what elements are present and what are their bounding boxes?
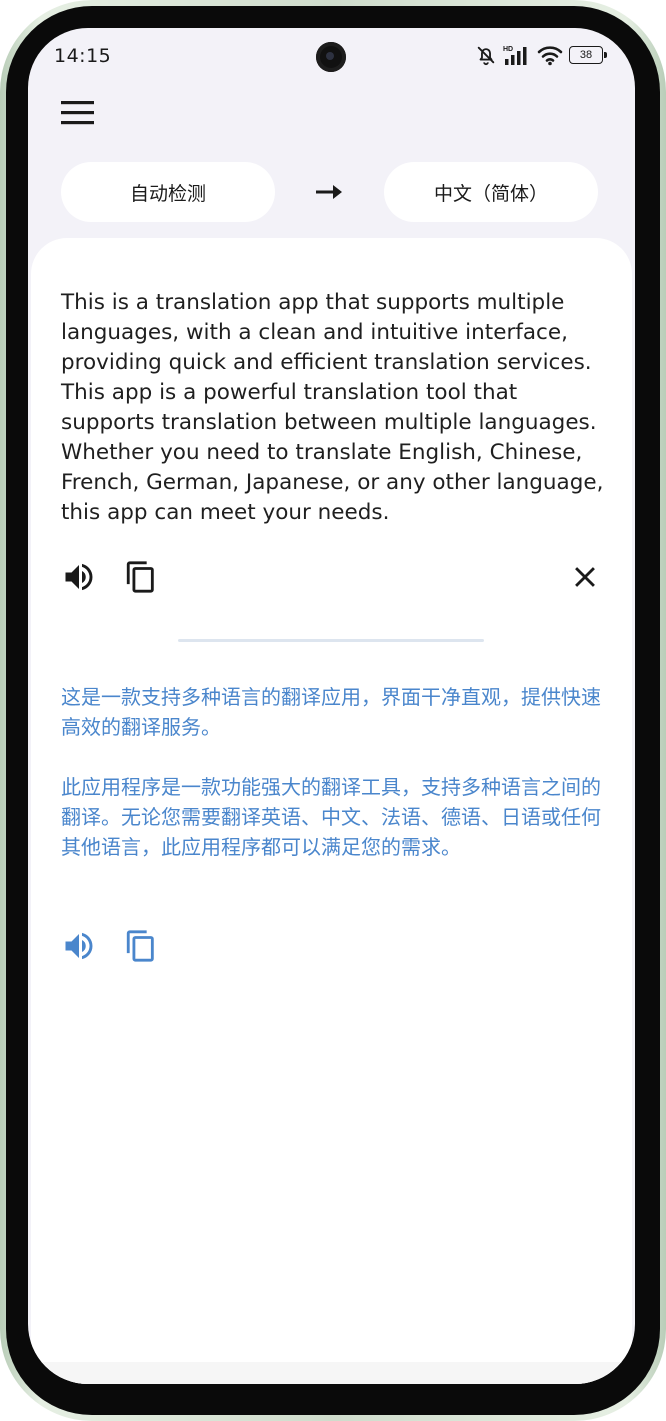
status-time: 14:15 bbox=[54, 45, 112, 67]
speaker-icon bbox=[65, 932, 93, 960]
hamburger-menu-icon bbox=[61, 101, 94, 125]
copy-icon bbox=[126, 930, 154, 962]
source-speak-button[interactable] bbox=[61, 559, 97, 595]
close-icon bbox=[575, 567, 595, 587]
source-language-button[interactable]: 自动检测 bbox=[61, 162, 275, 222]
speaker-icon bbox=[65, 563, 93, 591]
wifi-icon bbox=[537, 46, 563, 66]
translation-card: This is a translation app that supports … bbox=[31, 238, 632, 1384]
translation-copy-button[interactable] bbox=[124, 929, 160, 965]
bell-off-icon bbox=[477, 46, 495, 66]
status-icons: HD 38 bbox=[475, 44, 607, 66]
source-copy-button[interactable] bbox=[124, 560, 160, 596]
hd-signal-icon: HD bbox=[503, 46, 527, 65]
target-language-button[interactable]: 中文（简体） bbox=[384, 162, 598, 222]
arrow-right-icon[interactable] bbox=[313, 180, 345, 204]
language-selector-row: 自动检测 中文（简体） bbox=[61, 162, 599, 222]
copy-icon bbox=[126, 561, 154, 593]
battery-icon: 38 bbox=[569, 46, 607, 64]
clear-source-button[interactable] bbox=[568, 560, 604, 596]
source-text-input[interactable]: This is a translation app that supports … bbox=[61, 288, 606, 528]
front-camera bbox=[316, 42, 346, 72]
section-divider bbox=[178, 639, 484, 642]
translated-text: 这是一款支持多种语言的翻译应用，界面干净直观，提供快速高效的翻译服务。 此应用程… bbox=[61, 685, 601, 859]
svg-text:HD: HD bbox=[503, 46, 513, 53]
menu-button[interactable] bbox=[58, 96, 98, 130]
target-language-label: 中文（简体） bbox=[433, 182, 548, 205]
app-screen: 14:15 HD 38 自动检测 中文（简体） This is a transl… bbox=[28, 28, 635, 1384]
source-language-label: 自动检测 bbox=[129, 182, 206, 205]
translation-speak-button[interactable] bbox=[61, 928, 97, 964]
bottom-gesture-area bbox=[28, 1362, 635, 1384]
